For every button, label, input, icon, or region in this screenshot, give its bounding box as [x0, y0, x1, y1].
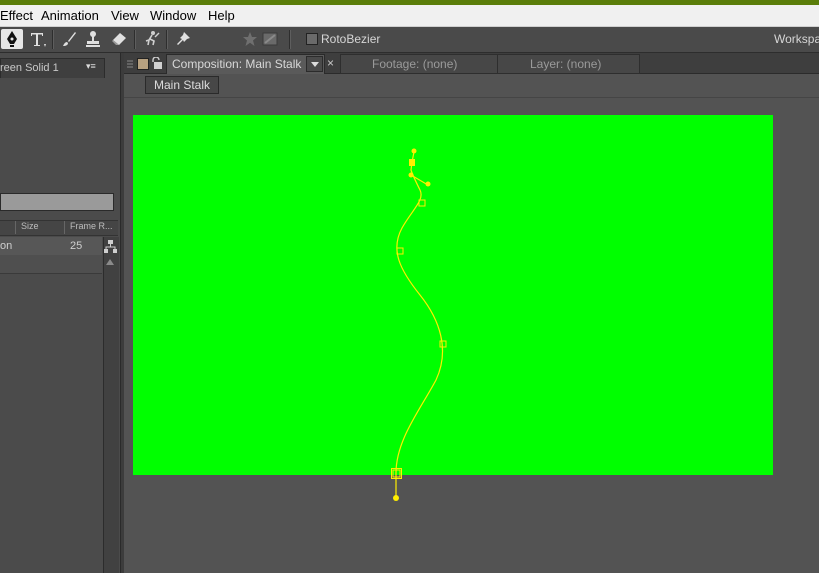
clone-stamp-tool-icon[interactable] — [82, 29, 104, 49]
row-frame-rate: 25 — [70, 240, 83, 252]
toolbar-divider — [134, 30, 136, 49]
project-item-label: reen Solid 1 — [0, 62, 59, 74]
puppet-pin-tool-icon[interactable] — [173, 29, 195, 49]
toolbar-divider — [166, 30, 168, 49]
pen-tool-icon[interactable] — [1, 29, 23, 49]
lock-icon[interactable] — [151, 56, 162, 69]
toolbar-divider — [52, 30, 54, 49]
brush-tool-icon[interactable] — [58, 29, 80, 49]
close-icon[interactable]: × — [327, 56, 334, 70]
type-tool-icon[interactable] — [27, 29, 49, 49]
row-name: on — [0, 240, 13, 252]
checker-icon[interactable] — [259, 29, 281, 49]
menu-effect[interactable]: Effect — [0, 8, 33, 23]
breadcrumb[interactable]: Main Stalk — [145, 76, 220, 94]
table-row[interactable] — [0, 237, 102, 255]
project-preview — [0, 78, 118, 193]
menu-window[interactable]: Window — [150, 8, 196, 23]
scroll-up-arrow-icon[interactable] — [106, 259, 114, 265]
table-row[interactable] — [0, 255, 102, 273]
composition-dropdown-button[interactable] — [306, 56, 323, 72]
menu-animation[interactable]: Animation — [41, 8, 99, 23]
project-scrollbar[interactable] — [103, 237, 119, 573]
column-divider — [15, 221, 16, 234]
breadcrumb-bar — [124, 74, 819, 98]
composition-tab-label: Composition: Main Stalk — [172, 57, 302, 71]
eraser-tool-icon[interactable] — [108, 29, 130, 49]
footage-tab-label: Footage: (none) — [372, 57, 458, 71]
rotobezier-label: RotoBezier — [321, 32, 381, 46]
chevron-down-icon — [311, 62, 319, 67]
flowchart-icon[interactable] — [104, 240, 117, 253]
roto-brush-tool-icon[interactable] — [140, 29, 162, 49]
column-size[interactable]: Size — [21, 221, 39, 231]
tools-panel: RotoBezier Workspace — [0, 27, 819, 53]
comp-color-swatch — [137, 58, 149, 70]
composition-canvas[interactable] — [133, 115, 773, 475]
menu-bar: Effect Animation View Window Help — [0, 5, 819, 27]
column-divider — [64, 221, 65, 234]
rotobezier-checkbox[interactable] — [306, 33, 318, 45]
workspace-label[interactable]: Workspace — [774, 32, 819, 46]
row-divider — [0, 273, 102, 274]
column-frame-rate[interactable]: Frame R... — [70, 221, 113, 231]
menu-view[interactable]: View — [111, 8, 139, 23]
star-icon[interactable] — [239, 29, 261, 49]
panel-menu-icon[interactable]: ▾≡ — [86, 61, 96, 72]
toolbar-divider — [289, 30, 291, 49]
project-search-input[interactable] — [0, 193, 114, 211]
layer-tab-label: Layer: (none) — [530, 57, 602, 71]
panel-grip-icon[interactable] — [127, 59, 133, 69]
menu-help[interactable]: Help — [208, 8, 235, 23]
